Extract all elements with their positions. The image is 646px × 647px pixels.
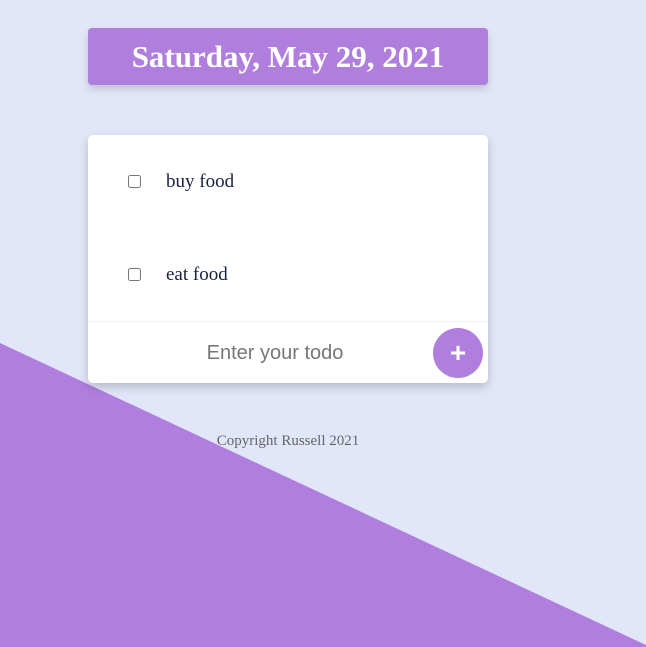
todo-input[interactable] bbox=[128, 330, 422, 376]
todo-label: eat food bbox=[166, 263, 228, 285]
todo-checkbox[interactable] bbox=[128, 268, 141, 281]
todo-form: + bbox=[88, 321, 488, 384]
footer-copyright: Copyright Russell 2021 bbox=[216, 433, 360, 449]
add-button[interactable]: + bbox=[433, 328, 483, 378]
todo-card: buy food eat food + bbox=[88, 135, 488, 383]
todo-item: eat food bbox=[88, 228, 488, 321]
date-text: Saturday, May 29, 2021 bbox=[131, 38, 445, 74]
date-heading: Saturday, May 29, 2021 bbox=[88, 28, 488, 85]
todo-checkbox[interactable] bbox=[128, 175, 141, 188]
todo-label: buy food bbox=[166, 170, 235, 192]
todo-item: buy food bbox=[88, 135, 488, 228]
